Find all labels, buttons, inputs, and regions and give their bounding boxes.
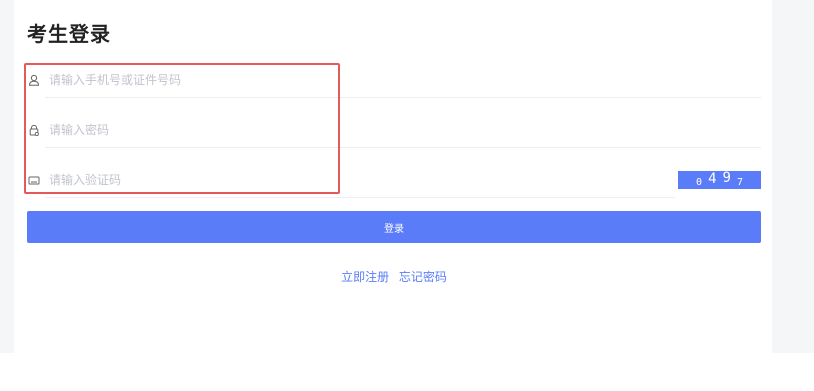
captcha-char: 0: [696, 176, 703, 188]
page-title: 考生登录: [27, 22, 111, 46]
account-field[interactable]: [27, 62, 349, 98]
captcha-field[interactable]: [27, 162, 349, 198]
captcha-char: 4: [708, 171, 717, 187]
page-background-right: [772, 0, 814, 391]
user-icon: [27, 73, 41, 87]
captcha-char: 7: [736, 176, 743, 188]
register-link[interactable]: 立即注册: [341, 270, 389, 284]
page-background-bottom: [0, 353, 814, 391]
login-button[interactable]: 登录: [27, 211, 761, 243]
forgot-password-link[interactable]: 忘记密码: [399, 270, 447, 284]
lock-icon: [27, 123, 41, 137]
password-underline: [45, 147, 761, 148]
account-underline: [45, 97, 761, 98]
account-input[interactable]: [49, 73, 349, 87]
password-field[interactable]: [27, 112, 349, 148]
auth-links: 立即注册 忘记密码: [0, 268, 788, 285]
page-background-left: [0, 0, 14, 391]
captcha-char: 9: [722, 170, 731, 186]
password-input[interactable]: [49, 123, 349, 137]
captcha-underline: [45, 197, 675, 198]
keyboard-icon: [27, 173, 41, 187]
captcha-image[interactable]: 0 4 9 7: [678, 170, 761, 189]
captcha-input[interactable]: [49, 173, 349, 187]
